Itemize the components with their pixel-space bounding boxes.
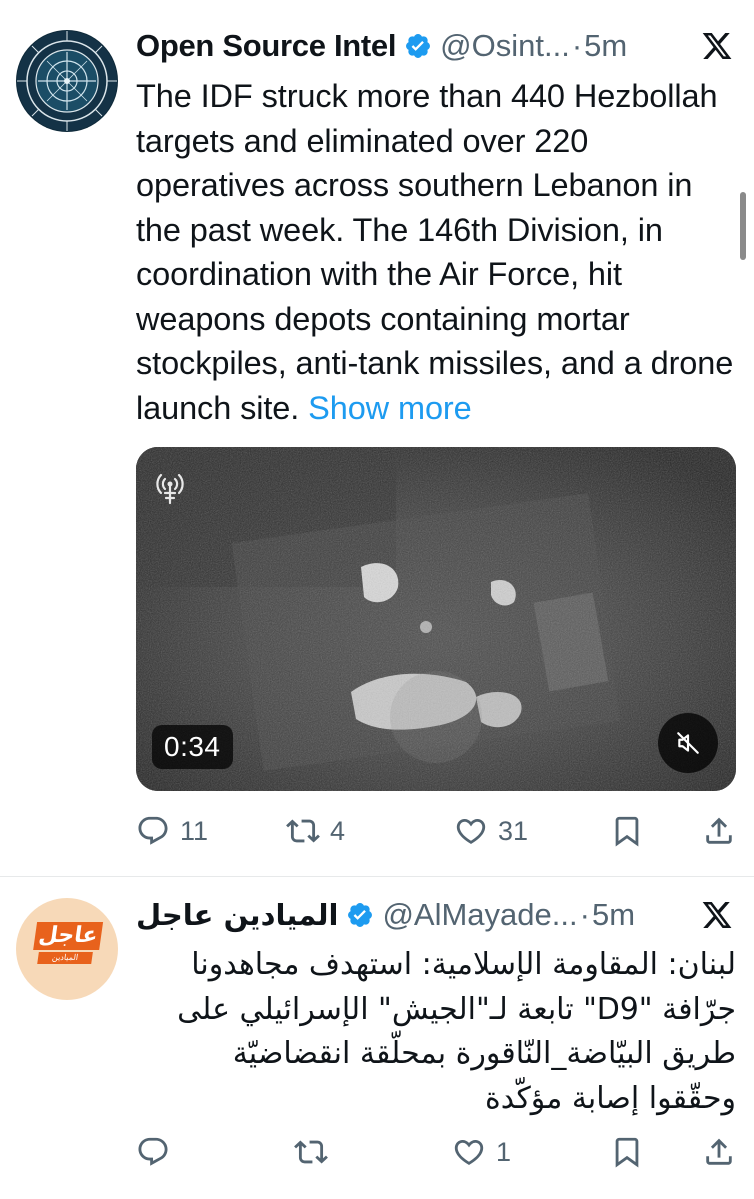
share-button[interactable] xyxy=(702,1127,736,1177)
video-duration: 0:34 xyxy=(152,725,233,769)
like-count: 31 xyxy=(498,815,529,846)
x-logo-icon[interactable] xyxy=(700,30,734,67)
tweet-text: The IDF struck more than 440 Hezbollah t… xyxy=(136,74,736,430)
tweet-header: الميادين عاجل @AlMayade... · 5m xyxy=(136,895,635,935)
reply-icon xyxy=(138,816,168,845)
like-button[interactable]: 31 xyxy=(454,806,528,856)
share-button[interactable] xyxy=(702,806,736,856)
repost-icon xyxy=(286,819,320,843)
tweet-actions: 1 xyxy=(136,1127,736,1177)
bookmark-button[interactable] xyxy=(610,1127,644,1177)
reply-count: 11 xyxy=(180,815,209,846)
tweet-open-source-intel[interactable]: Open Source Intel @Osint... · 5m The IDF… xyxy=(0,0,754,875)
reply-button[interactable] xyxy=(136,1127,170,1177)
tweet-header: Open Source Intel @Osint... · 5m xyxy=(136,26,627,66)
x-logo-icon[interactable] xyxy=(700,899,734,936)
like-count: 1 xyxy=(496,1136,512,1167)
separator: · xyxy=(571,28,583,63)
avatar-logo-sub: الميادين xyxy=(37,952,93,964)
timestamp[interactable]: 5m xyxy=(584,28,627,64)
video-player[interactable]: 0:34 xyxy=(136,447,736,791)
like-icon xyxy=(456,818,486,844)
avatar-logo-main: عاجل xyxy=(33,922,104,950)
author-name[interactable]: الميادين عاجل xyxy=(136,898,339,932)
mute-icon[interactable] xyxy=(658,713,718,773)
repost-count: 4 xyxy=(330,815,346,846)
bookmark-icon xyxy=(615,1137,639,1168)
tweet-actions: 11 4 31 xyxy=(136,806,736,856)
author-handle[interactable]: @AlMayade... xyxy=(382,897,577,933)
verified-badge-icon xyxy=(404,32,432,60)
bookmark-icon xyxy=(615,816,639,847)
reply-button[interactable]: 11 xyxy=(136,806,208,856)
broadcast-icon xyxy=(150,465,190,510)
separator: · xyxy=(579,897,590,932)
avatar-almayadeen[interactable]: عاجل الميادين xyxy=(16,898,118,1000)
share-icon xyxy=(706,1138,732,1165)
like-button[interactable]: 1 xyxy=(452,1127,511,1177)
repost-button[interactable] xyxy=(294,1127,328,1177)
repost-button[interactable]: 4 xyxy=(286,806,345,856)
reply-icon xyxy=(138,1137,168,1166)
tweet-text: لبنان: المقاومة الإسلامية: استهدف مجاهدو… xyxy=(177,947,736,1116)
like-icon xyxy=(454,1139,484,1165)
avatar-open-source-intel[interactable] xyxy=(16,30,118,132)
verified-badge-icon xyxy=(346,901,374,929)
show-more-link[interactable]: Show more xyxy=(308,390,472,426)
author-handle[interactable]: @Osint... xyxy=(440,28,570,64)
tweet-almayadeen[interactable]: عاجل الميادين الميادين عاجل @AlMayade...… xyxy=(0,877,754,1199)
author-name[interactable]: Open Source Intel xyxy=(136,28,396,64)
tweet-text-content: The IDF struck more than 440 Hezbollah t… xyxy=(136,78,734,426)
scrollbar[interactable] xyxy=(740,192,746,260)
timestamp[interactable]: 5m xyxy=(592,897,635,933)
share-icon xyxy=(706,817,732,844)
repost-icon xyxy=(294,1140,328,1164)
bookmark-button[interactable] xyxy=(610,806,644,856)
